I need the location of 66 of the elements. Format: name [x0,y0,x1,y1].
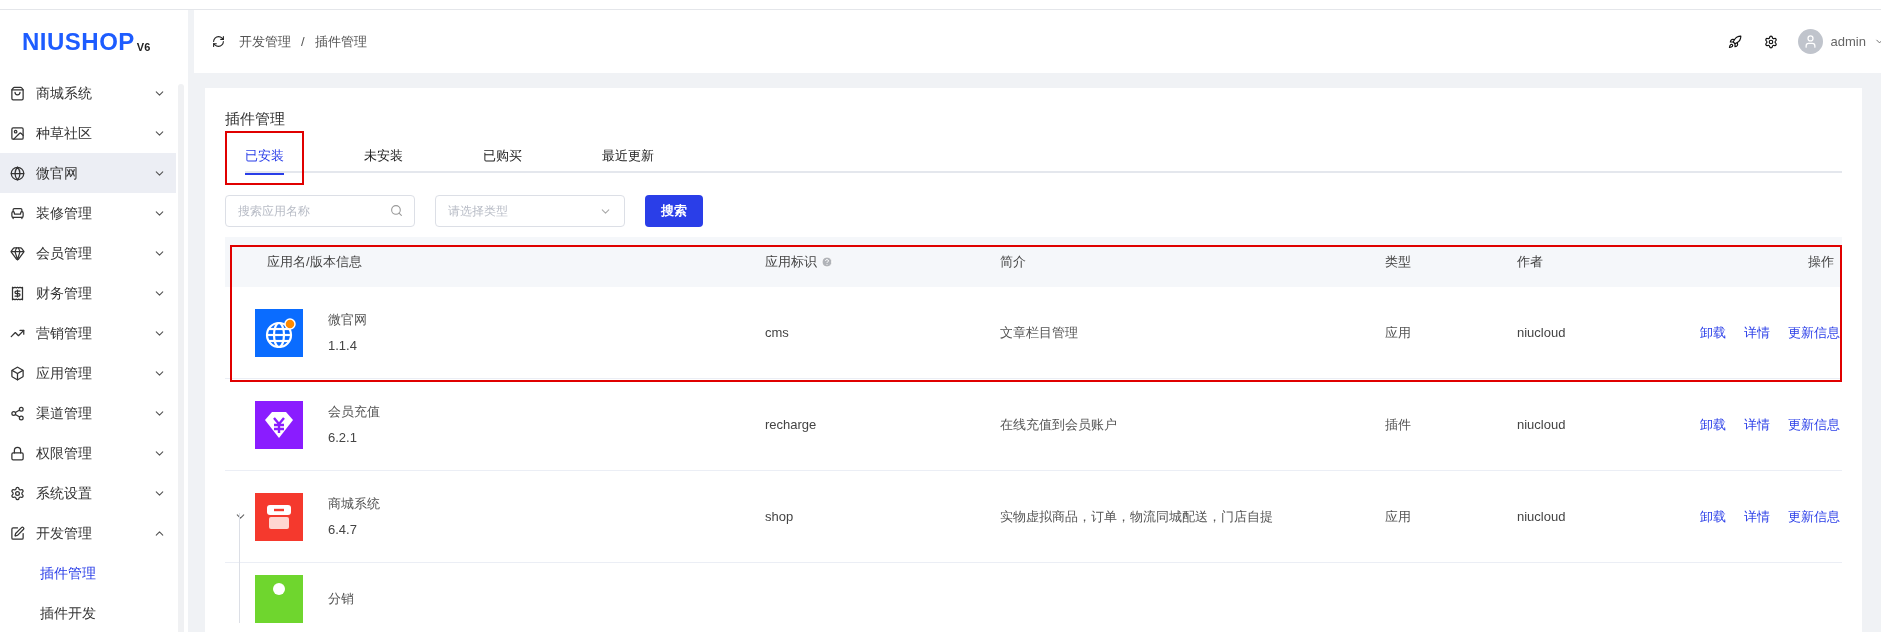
action-link[interactable]: 卸载 [1700,414,1726,435]
app-key: cms [765,322,1000,343]
menu-icon [10,245,25,261]
search-field[interactable]: 搜索应用名称 [225,195,415,227]
action-link[interactable]: 详情 [1744,322,1770,343]
menu-icon [10,485,25,501]
column-header: 作者 [1517,253,1543,272]
page-title: 插件管理 [225,109,286,129]
action-link[interactable]: 卸载 [1700,506,1726,527]
column-header: 应用名/版本信息 [267,253,362,272]
app-type: 应用 [1385,323,1412,342]
app-key: shop [765,506,1000,527]
action-link[interactable]: 详情 [1744,506,1770,527]
app-version: 6.2.1 [328,428,358,447]
logo-version: V6 [136,39,151,55]
menu-icon [10,285,25,301]
menu-item[interactable]: 微官网 [0,153,176,193]
app-version: 1.1.4 [328,336,358,355]
app-description: 实物虚拟商品，订单，物流同城配送，门店自提 [1000,507,1274,526]
menu-icon [10,125,25,141]
column-header: 类型 [1385,253,1411,272]
app-author: niucloud [1517,323,1567,342]
refresh-icon[interactable] [212,35,225,48]
menu-icon [10,445,25,461]
submenu-item[interactable]: 插件开发 [0,593,176,632]
tab[interactable]: 未安装 [364,145,403,175]
action-link[interactable]: 更新信息 [1788,506,1840,527]
app-author: niucloud [1517,507,1567,526]
action-link[interactable]: 卸载 [1700,322,1726,343]
app-name: 商城系统 [328,495,380,513]
menu-icon [10,365,25,381]
app-key: recharge [765,414,1000,435]
user-name[interactable]: admin [1830,31,1866,52]
app-description: 在线充值到会员账户 [1000,415,1118,434]
app-description: 文章栏目管理 [1000,323,1079,342]
settings-icon[interactable] [1763,34,1778,49]
menu-icon [10,205,25,221]
app-version: 6.4.7 [328,520,358,539]
app-type: 插件 [1385,415,1412,434]
breadcrumb-item: 插件管理 [314,32,367,51]
app-name: 微官网 [328,311,367,329]
tab[interactable]: 已购买 [483,145,522,175]
rocket-icon[interactable] [1727,34,1742,49]
action-link[interactable]: 详情 [1744,414,1770,435]
tab[interactable]: 最近更新 [602,145,654,175]
menu-icon [10,405,25,421]
menu-icon [10,165,25,181]
app-type: 应用 [1385,507,1412,526]
action-link[interactable]: 更新信息 [1788,414,1840,435]
menu-icon [10,85,25,101]
app-name: 分销 [328,590,354,609]
breadcrumb-item: / [301,32,305,51]
action-link[interactable]: 更新信息 [1788,322,1840,343]
tab[interactable]: 已安装 [245,145,284,175]
column-header: 应用标识 [765,253,817,272]
column-header: 简介 [1000,253,1026,272]
breadcrumb-item: 开发管理 [239,32,291,51]
logo-text: NIUSHOP [22,26,135,57]
submenu-item[interactable]: 插件管理 [0,553,176,593]
menu-icon [10,525,25,541]
search-icon [390,204,403,217]
column-header: 操作 [1808,253,1834,272]
app-author: niucloud [1517,415,1567,434]
help-icon [821,256,833,268]
app-name: 会员充值 [328,403,380,421]
search-button[interactable]: 搜索 [645,195,703,227]
